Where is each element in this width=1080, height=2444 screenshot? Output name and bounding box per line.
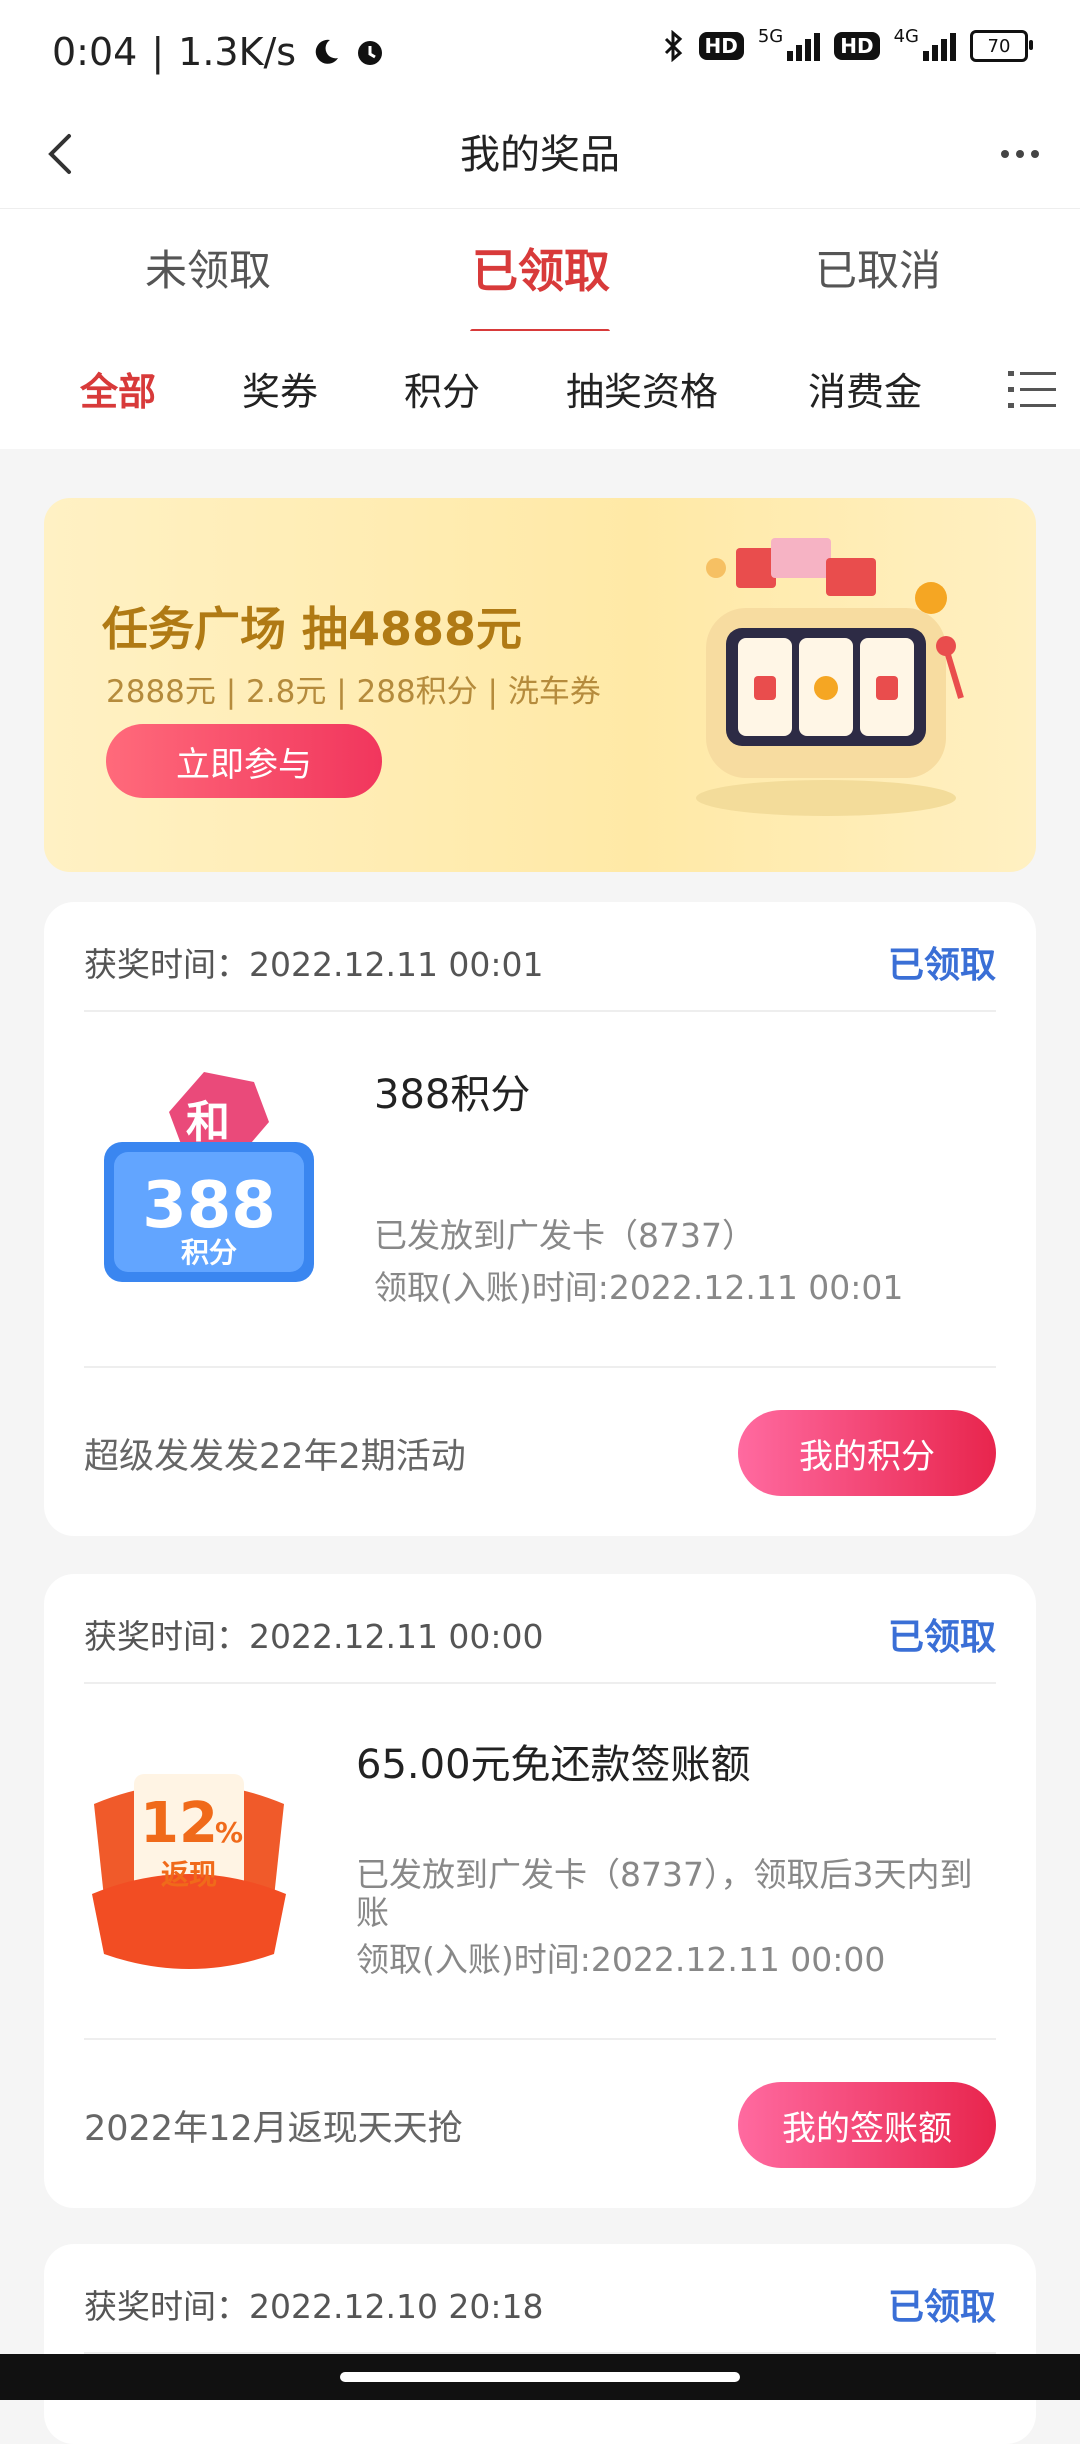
more-dot-icon xyxy=(1016,150,1024,158)
prize-card-header: 获奖时间：2022.12.10 20:18 已领取 xyxy=(84,2244,996,2354)
more-dot-icon xyxy=(1001,150,1009,158)
status-bar: 0:04 | 1.3K/s HD 5G HD 4G 70 xyxy=(0,0,1080,100)
filter-all[interactable]: 全部 xyxy=(80,361,156,416)
activity-name: 超级发发发22年2期活动 xyxy=(84,1437,466,1477)
prize-card: 获奖时间：2022.12.11 00:00 已领取 12 % 返现 65.00元… xyxy=(44,1574,1036,2208)
prize-status: 已领取 xyxy=(887,945,996,986)
receive-time: 领取(入账)时间:2022.12.11 00:00 xyxy=(356,1940,886,1979)
prize-card: 获奖时间：2022.12.11 00:01 已领取 和 388 积分 388积分… xyxy=(44,902,1036,1536)
status-left: 0:04 | 1.3K/s xyxy=(52,30,386,74)
nav-bar: 我的奖品 xyxy=(0,100,1080,208)
hd-badge: HD xyxy=(698,32,744,60)
prize-card-footer: 2022年12月返现天天抢 我的签账额 xyxy=(84,2038,996,2210)
banner-subtitle: 2888元 | 2.8元 | 288积分 | 洗车券 xyxy=(106,674,601,710)
prize-desc: 已发放到广发卡（8737） xyxy=(374,1216,755,1255)
cashback-badge-icon: 12 % 返现 xyxy=(92,1774,286,1969)
home-indicator xyxy=(0,2354,1080,2400)
badge-unit-text: 积分 xyxy=(181,1236,237,1269)
tab-cancelled[interactable]: 已取消 xyxy=(815,237,941,298)
net-5g-label: 5G xyxy=(757,25,784,47)
receive-time: 领取(入账)时间:2022.12.11 00:01 xyxy=(374,1268,904,1307)
prize-card-footer: 超级发发发22年2期活动 我的积分 xyxy=(84,1366,996,1538)
tab-claimed[interactable]: 已领取 xyxy=(472,235,610,301)
battery-icon: 70 xyxy=(970,30,1033,62)
hd-badge-2: HD xyxy=(834,32,880,60)
tab-unclaimed[interactable]: 未领取 xyxy=(145,237,271,298)
filter-consume-gold[interactable]: 消费金 xyxy=(808,361,922,416)
prize-card-header: 获奖时间：2022.12.11 00:01 已领取 xyxy=(84,902,996,1012)
my-credit-button[interactable]: 我的签账额 xyxy=(738,2082,996,2168)
prize-status: 已领取 xyxy=(887,1617,996,1658)
more-button[interactable] xyxy=(990,126,1050,182)
home-bar[interactable] xyxy=(340,2372,740,2382)
alarm-icon xyxy=(358,41,383,65)
my-points-button[interactable]: 我的积分 xyxy=(738,1410,996,1496)
status-speed: 1.3K/s xyxy=(178,30,297,74)
bluetooth-icon xyxy=(664,30,682,62)
points-badge-icon: 和 388 积分 xyxy=(104,1072,314,1282)
win-time: 获奖时间：2022.12.10 20:18 xyxy=(84,2287,544,2326)
more-dot-icon xyxy=(1031,150,1039,158)
prize-name: 65.00元免还款签账额 xyxy=(356,1742,751,1788)
prize-name: 388积分 xyxy=(374,1072,531,1118)
status-separator: | xyxy=(151,30,165,74)
badge-top-text: 和 xyxy=(186,1097,230,1148)
prize-status: 已领取 xyxy=(887,2287,996,2328)
moon-icon xyxy=(315,39,339,64)
win-time: 获奖时间：2022.12.11 00:01 xyxy=(84,945,544,984)
badge-number-text: 388 xyxy=(142,1169,276,1243)
win-time: 获奖时间：2022.12.11 00:00 xyxy=(84,1617,544,1656)
prize-card-header: 获奖时间：2022.12.11 00:00 已领取 xyxy=(84,1574,996,1684)
join-now-button[interactable]: 立即参与 xyxy=(106,724,382,798)
slot-machine-icon xyxy=(696,538,964,816)
signal-icon-2 xyxy=(923,31,956,61)
filter-coupon[interactable]: 奖券 xyxy=(242,361,318,416)
status-tabs: 未领取 已领取 已取消 xyxy=(0,208,1080,334)
page-title: 我的奖品 xyxy=(460,132,620,178)
status-time: 0:04 xyxy=(52,30,138,74)
net-4g-label: 4G xyxy=(893,25,919,47)
category-filters: 全部 奖券 积分 抽奖资格 消费金 xyxy=(0,331,1080,449)
signal-icon xyxy=(787,31,821,61)
activity-name: 2022年12月返现天天抢 xyxy=(84,2109,463,2149)
status-right: HD 5G HD 4G 70 xyxy=(663,26,1033,62)
filter-points[interactable]: 积分 xyxy=(404,361,480,416)
list-menu-icon[interactable] xyxy=(1008,369,1056,411)
prize-desc: 已发放到广发卡（8737），领取后3天内到账 xyxy=(356,1855,973,1932)
filter-lottery[interactable]: 抽奖资格 xyxy=(566,361,718,416)
badge-percent-text: % xyxy=(215,1816,243,1849)
badge-number-text: 12 xyxy=(140,1791,218,1856)
badge-unit-text: 返现 xyxy=(161,1858,217,1891)
task-square-banner[interactable]: 任务广场 抽4888元 2888元 | 2.8元 | 288积分 | 洗车券 立… xyxy=(44,498,1036,872)
banner-title: 任务广场 抽4888元 xyxy=(102,602,523,656)
prize-card: 获奖时间：2022.12.10 20:18 已领取 xyxy=(44,2244,1036,2444)
